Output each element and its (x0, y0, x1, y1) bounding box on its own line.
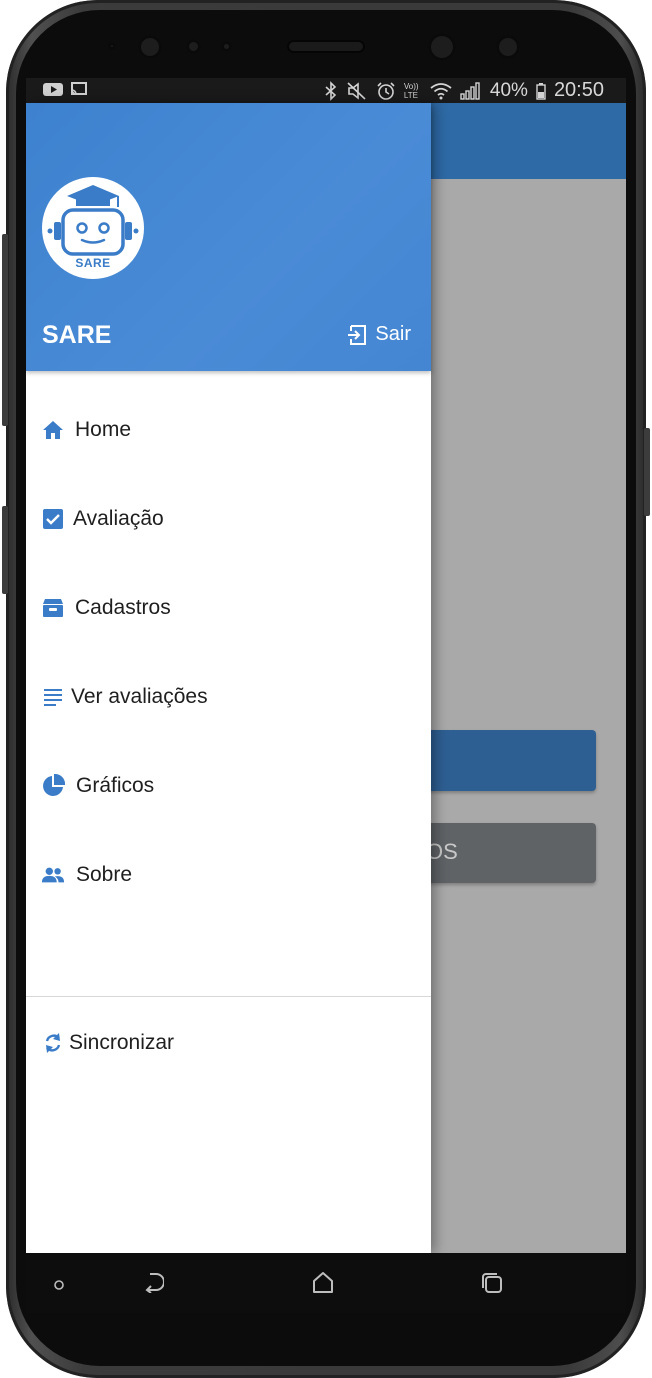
drawer-header: SARE SARE Sair (26, 103, 431, 371)
logout-icon (348, 324, 367, 345)
status-time: 20:50 (553, 79, 604, 101)
list-icon (41, 685, 65, 709)
drawer-app-name: SARE (42, 321, 112, 349)
people-icon (41, 863, 65, 887)
menu-item-label: Home (75, 417, 132, 441)
menu-item-cadastros[interactable]: Cadastros (26, 563, 431, 652)
menu-divider (26, 996, 431, 997)
android-nav-bar (26, 1253, 626, 1313)
earpiece-speaker (287, 40, 365, 53)
proximity-sensor (186, 39, 201, 54)
menu-item-label: Gráficos (76, 773, 155, 797)
battery-percentage: 40% (489, 79, 528, 101)
alarm-icon (377, 81, 395, 100)
wifi-icon (430, 82, 452, 99)
menu-item-sincronizar[interactable]: Sincronizar (26, 998, 431, 1087)
menu-item-label: Sincronizar (69, 1030, 175, 1054)
menu-item-graficos[interactable]: Gráficos (26, 741, 431, 830)
status-left-icons (42, 81, 88, 97)
bluetooth-icon (325, 80, 337, 101)
menu-item-label: Ver avaliações (71, 684, 208, 708)
light-sensor (221, 41, 232, 52)
battery-icon (536, 82, 546, 100)
iris-camera (428, 33, 456, 61)
recent-apps-icon[interactable] (480, 1271, 504, 1295)
menu-item-ver-avaliacoes[interactable]: Ver avaliações (26, 652, 431, 741)
checkbox-icon (41, 507, 65, 531)
menu-item-label: Sobre (76, 862, 133, 886)
volume-up-button (2, 234, 8, 426)
menu-item-label: Avaliação (73, 506, 164, 530)
app-logo: SARE (42, 177, 144, 279)
logout-label: Sair (375, 323, 411, 345)
status-right-icons: Vo)) LTE 40% 20:50 (324, 79, 604, 102)
logout-button[interactable]: Sair (346, 323, 411, 346)
front-camera (138, 35, 162, 59)
screen: Vo)) LTE 40% 20:50 OS SARE SARE Sair Hom… (26, 78, 626, 1253)
back-icon[interactable] (142, 1271, 164, 1293)
cast-icon (71, 82, 87, 95)
mute-icon (347, 81, 366, 100)
menu-item-label: Cadastros (75, 595, 171, 619)
volte-icon: Vo)) LTE (403, 81, 419, 100)
menu-item-home[interactable]: Home (26, 385, 431, 474)
status-bar: Vo)) LTE 40% 20:50 (26, 78, 626, 103)
sync-icon (41, 1031, 65, 1055)
pie-chart-icon (41, 773, 65, 798)
signal-icon (460, 81, 480, 100)
led-indicator (108, 42, 116, 50)
archive-icon (41, 596, 65, 620)
volume-down-button (2, 506, 8, 594)
power-button (644, 428, 650, 516)
menu-item-avaliacao[interactable]: Avaliação (26, 474, 431, 563)
iris-sensor (496, 35, 520, 59)
nav-dot-icon[interactable] (52, 1278, 66, 1292)
logo-text: SARE (75, 256, 111, 270)
home-nav-icon[interactable] (311, 1271, 335, 1295)
home-icon (41, 418, 65, 442)
menu-item-sobre[interactable]: Sobre (26, 830, 431, 919)
navigation-drawer: SARE SARE Sair Home Avaliação Cadastros … (26, 103, 431, 1253)
youtube-icon (43, 83, 63, 96)
